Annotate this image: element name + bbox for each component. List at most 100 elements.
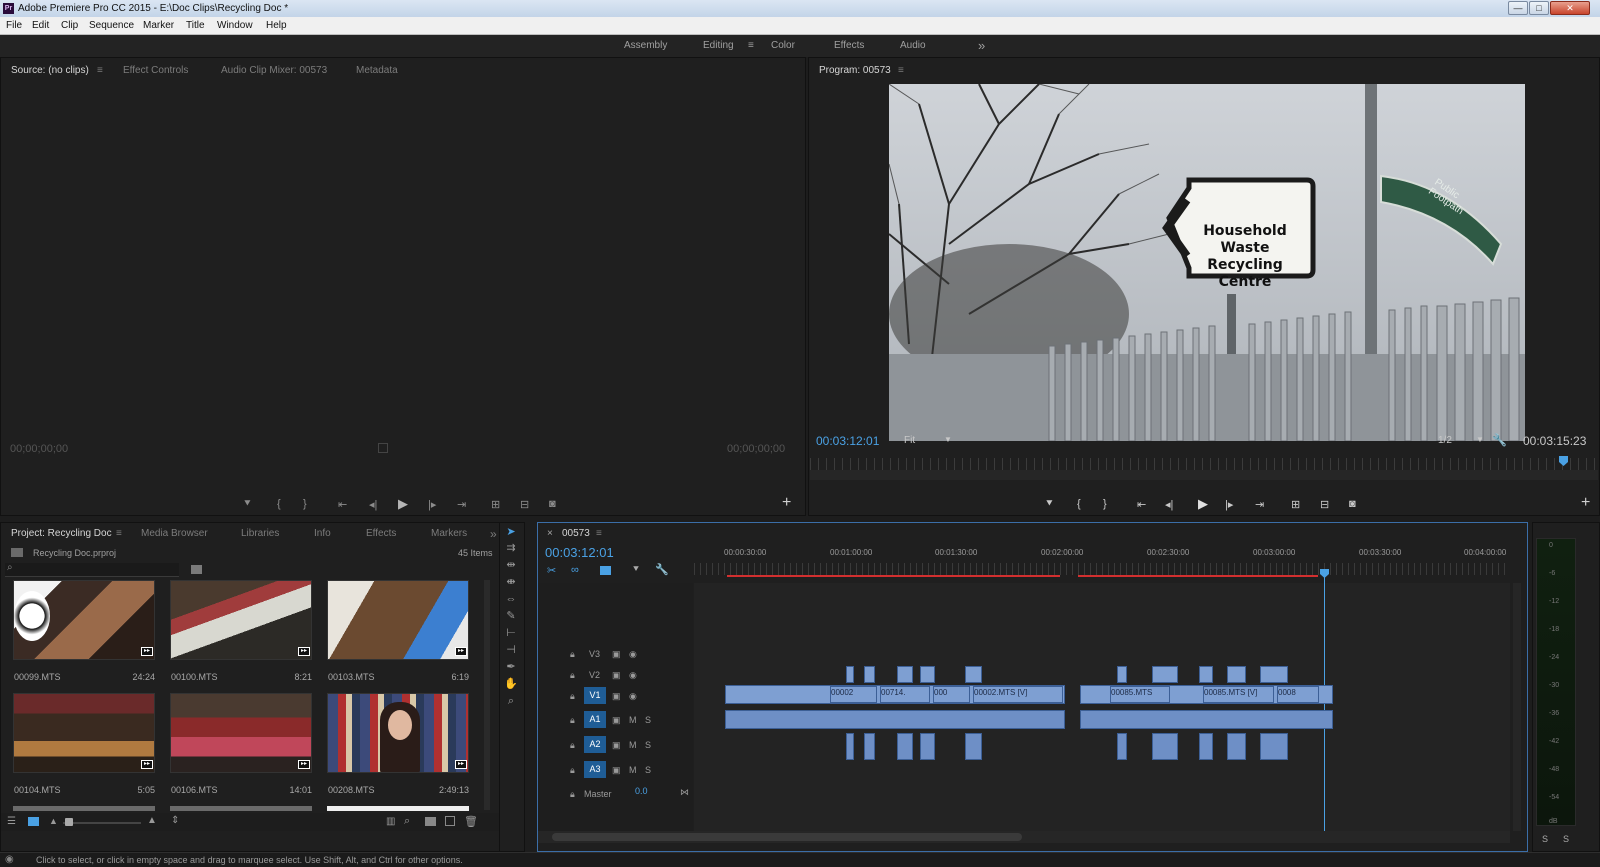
timeline-clip-v2[interactable] — [846, 666, 854, 683]
timeline-clip-v1[interactable]: 000 — [933, 686, 970, 703]
timeline-clip-v1[interactable]: 00085.MTS [V] — [1203, 686, 1274, 703]
workspace-effects[interactable]: Effects — [834, 35, 864, 57]
automate-to-sequence-icon[interactable]: ▥ — [386, 816, 395, 827]
tab-source[interactable]: Source: (no clips) — [11, 60, 89, 82]
sync-lock-icon[interactable]: ▣ — [612, 740, 621, 751]
clip-thumbnail-00100[interactable] — [170, 580, 312, 660]
timeline-clip-v2[interactable] — [1117, 666, 1127, 683]
timeline-clip-v1[interactable]: 00002 — [830, 686, 877, 703]
slip-tool-icon[interactable]: ⊢ — [503, 626, 519, 640]
slide-tool-icon[interactable]: ⊣ — [503, 643, 519, 657]
tab-effects[interactable]: Effects — [366, 523, 396, 545]
menu-clip[interactable]: Clip — [61, 17, 78, 35]
project-search-input[interactable] — [5, 563, 179, 577]
zoom-tool-icon[interactable]: ⌕ — [503, 694, 519, 708]
track-name-v2[interactable]: V2 — [589, 670, 600, 680]
tab-libraries[interactable]: Libraries — [241, 523, 279, 545]
timeline-clip-a2[interactable] — [864, 733, 875, 760]
source-insert-icon[interactable]: ⊞ — [491, 498, 500, 511]
project-tabs-overflow-icon[interactable]: » — [490, 523, 497, 545]
minimize-button[interactable]: — — [1508, 1, 1528, 15]
clip-thumbnail-00103[interactable] — [327, 580, 469, 660]
program-mark-in-icon[interactable]: { — [1077, 498, 1081, 510]
timeline-scroll-thumb[interactable] — [552, 833, 1022, 841]
program-scroll-track[interactable] — [810, 470, 1598, 480]
clip-thumbnail-00106[interactable] — [170, 693, 312, 773]
source-go-to-in-icon[interactable]: ⇤ — [338, 498, 347, 511]
source-safe-margins-icon[interactable] — [378, 443, 388, 453]
program-extract-icon[interactable]: ⊟ — [1320, 498, 1329, 511]
program-step-back-icon[interactable]: ◂| — [1165, 498, 1173, 511]
program-go-to-in-icon[interactable]: ⇤ — [1137, 498, 1146, 511]
source-overwrite-icon[interactable]: ⊟ — [520, 498, 529, 511]
project-scrollbar[interactable] — [484, 580, 490, 810]
icon-view-icon[interactable] — [28, 817, 39, 826]
thumbnail-zoom-slider[interactable] — [63, 822, 141, 824]
workspace-overflow-icon[interactable]: » — [978, 35, 985, 57]
solo-button[interactable]: S — [645, 765, 651, 775]
hand-tool-icon[interactable]: ✋ — [503, 677, 519, 691]
timeline-clip-v2[interactable] — [920, 666, 935, 683]
workspace-color[interactable]: Color — [771, 35, 795, 57]
program-resolution-select[interactable]: 1/2 — [1438, 435, 1452, 446]
list-view-icon[interactable]: ☰ — [7, 816, 16, 827]
mute-button[interactable]: M — [629, 715, 637, 725]
close-window-button[interactable]: ✕ — [1550, 1, 1590, 15]
lock-icon[interactable]: 🔒︎ — [570, 691, 575, 702]
menu-sequence[interactable]: Sequence — [89, 17, 134, 35]
menu-title[interactable]: Title — [186, 17, 205, 35]
zoom-dropdown-icon[interactable]: ▼ — [944, 435, 952, 444]
meter-solo-left-button[interactable]: S — [1542, 834, 1548, 844]
lock-icon[interactable]: 🔒︎ — [570, 740, 575, 751]
tab-media-browser[interactable]: Media Browser — [141, 523, 208, 545]
workspace-audio[interactable]: Audio — [900, 35, 926, 57]
timeline-clip-a2[interactable] — [1260, 733, 1288, 760]
program-play-icon[interactable]: ▶ — [1198, 496, 1208, 512]
tab-project[interactable]: Project: Recycling Doc — [11, 523, 112, 545]
timeline-clip-v2[interactable] — [864, 666, 875, 683]
menu-window[interactable]: Window — [217, 17, 253, 35]
selection-tool-icon[interactable]: ➤ — [503, 525, 519, 539]
sync-lock-icon[interactable]: ▣ — [612, 765, 621, 776]
timeline-clip-a2[interactable] — [1227, 733, 1246, 760]
tab-metadata[interactable]: Metadata — [356, 60, 398, 82]
track-name-v3[interactable]: V3 — [589, 649, 600, 659]
ripple-edit-tool-icon[interactable]: ⇹ — [503, 558, 519, 572]
source-panel-menu-icon[interactable]: ≡ — [97, 60, 103, 82]
timeline-clip-a2[interactable] — [1117, 733, 1127, 760]
timeline-add-marker-icon[interactable]: ⯆ — [632, 564, 640, 575]
clip-thumbnail-00104[interactable] — [13, 693, 155, 773]
lock-icon[interactable]: 🔒︎ — [570, 715, 575, 726]
toggle-output-eye-icon[interactable]: ◉ — [629, 691, 637, 702]
program-mark-out-icon[interactable]: } — [1103, 498, 1107, 510]
program-video-frame[interactable]: Household Waste Recycling Centre Public … — [889, 84, 1525, 441]
workspace-assembly[interactable]: Assembly — [624, 35, 667, 57]
pen-tool-icon[interactable]: ✒ — [503, 660, 519, 674]
mute-button[interactable]: M — [629, 765, 637, 775]
sync-lock-icon[interactable]: ▣ — [612, 670, 621, 681]
lock-icon[interactable]: 🔒︎ — [570, 670, 575, 681]
source-add-marker-icon[interactable]: ⯆ — [243, 498, 252, 511]
menu-help[interactable]: Help — [266, 17, 287, 35]
timeline-clip-a2[interactable] — [846, 733, 854, 760]
program-lift-icon[interactable]: ⊞ — [1291, 498, 1300, 511]
resolution-dropdown-icon[interactable]: ▼ — [1476, 435, 1484, 444]
rolling-edit-tool-icon[interactable]: ⇼ — [503, 575, 519, 589]
sync-lock-icon[interactable]: ▣ — [612, 649, 621, 660]
timeline-playhead-line[interactable] — [1324, 577, 1325, 831]
solo-button[interactable]: S — [645, 715, 651, 725]
timeline-ruler[interactable] — [694, 563, 1510, 575]
lock-icon[interactable]: 🔒︎ — [570, 649, 575, 660]
source-add-button-icon[interactable]: + — [782, 494, 791, 512]
timeline-clip-v2[interactable] — [965, 666, 982, 683]
zoom-in-icon[interactable]: ▲ — [147, 815, 157, 826]
program-panel-menu-icon[interactable]: ≡ — [898, 60, 904, 82]
meter-solo-right-button[interactable]: S — [1563, 834, 1569, 844]
timeline-clip-v2[interactable] — [897, 666, 913, 683]
workspace-editing[interactable]: Editing — [703, 35, 734, 57]
razor-tool-icon[interactable]: ✎ — [503, 609, 519, 623]
track-area[interactable] — [694, 583, 1510, 831]
tab-effect-controls[interactable]: Effect Controls — [123, 60, 188, 82]
track-name-a2[interactable]: A2 — [584, 736, 606, 753]
toggle-output-eye-icon[interactable]: ◉ — [629, 649, 637, 660]
